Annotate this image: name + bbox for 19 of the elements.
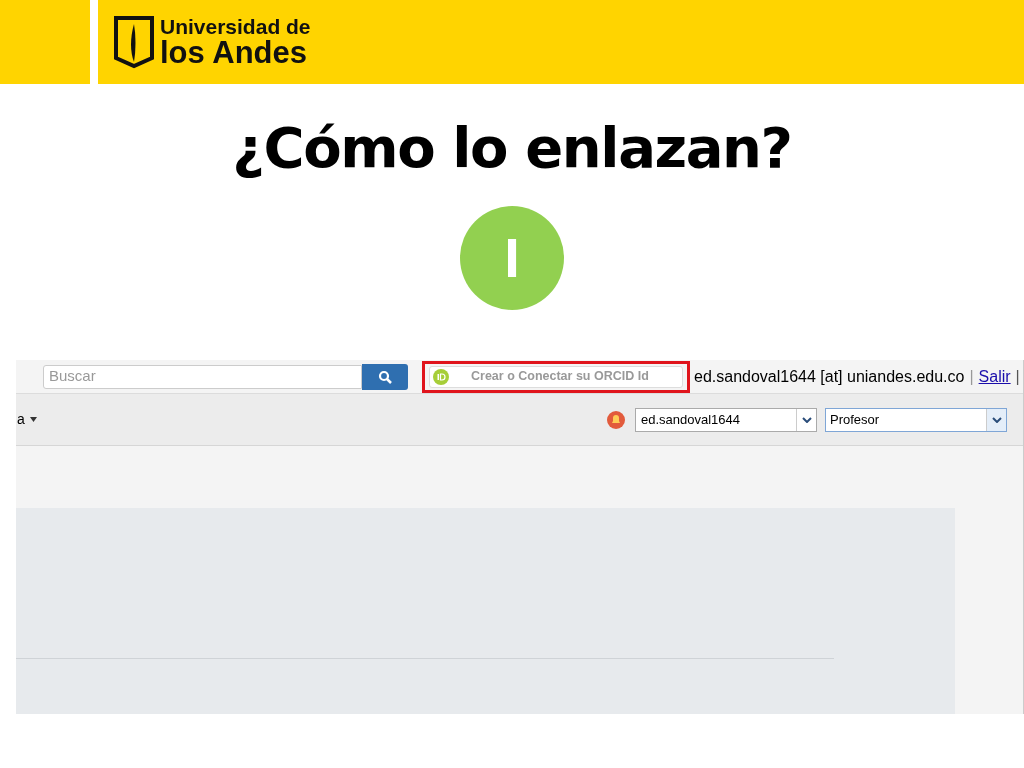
search-button[interactable] <box>362 363 408 390</box>
logo-icon <box>112 14 156 70</box>
logout-link[interactable]: Salir <box>978 364 1011 389</box>
orcid-icon <box>433 368 449 385</box>
slide-title: ¿Cómo lo enlazan? <box>232 120 792 176</box>
menu-item[interactable]: a <box>16 409 25 430</box>
user-email: ed.sandoval1644 [at] uniandes.edu.co <box>694 366 965 387</box>
logo-text: los Andes <box>160 37 308 68</box>
chevron-down-icon <box>991 416 1002 423</box>
user-select[interactable]: ed.sandoval1644 <box>635 407 817 432</box>
bell-icon <box>607 410 625 429</box>
step-badge: I <box>460 206 564 310</box>
caret-icon <box>29 417 37 422</box>
chevron-down-icon <box>801 416 812 423</box>
role-select[interactable]: Profesor <box>825 407 1007 432</box>
separator: | <box>969 366 974 387</box>
logo-text: Universidad de <box>160 16 311 37</box>
search-icon <box>378 369 392 384</box>
separator: | <box>1015 366 1020 387</box>
